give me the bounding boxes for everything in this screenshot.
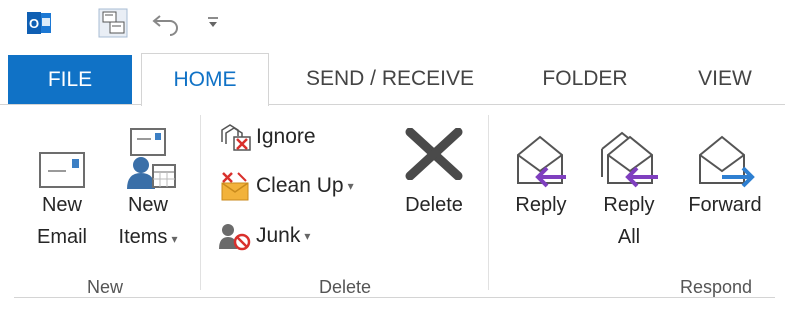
ribbon-home: New Email New Items ▾ New Ignore Clean U…	[0, 105, 785, 310]
undo-icon[interactable]	[152, 10, 182, 41]
tab-file[interactable]: FILE	[8, 55, 132, 105]
new-email-line2: Email	[36, 226, 87, 248]
new-email-icon	[22, 119, 102, 189]
clean-up-label: Clean Up	[256, 174, 344, 197]
group-separator	[488, 115, 489, 290]
group-separator	[200, 115, 201, 290]
reply-icon	[504, 119, 578, 189]
new-items-icon	[104, 119, 192, 189]
tab-folder[interactable]: FOLDER	[510, 53, 660, 105]
outlook-app-icon[interactable]: O	[26, 10, 52, 41]
junk-label: Junk	[256, 224, 301, 247]
group-label-delete: Delete	[318, 277, 372, 297]
ribbon-tabs: FILE HOME SEND / RECEIVE FOLDER VIEW	[0, 53, 785, 106]
forward-icon	[674, 119, 776, 189]
junk-dropdown-caret: ▾	[304, 229, 311, 243]
ignore-label: Ignore	[256, 125, 316, 148]
new-items-dropdown-caret: ▾	[171, 232, 178, 246]
svg-text:O: O	[29, 16, 39, 31]
new-email-line1: New	[41, 194, 82, 216]
forward-label: Forward	[688, 194, 762, 216]
group-label-respond: Respond	[679, 277, 753, 297]
clean-up-button[interactable]: Clean Up ▾	[218, 168, 354, 204]
tab-send-receive[interactable]: SEND / RECEIVE	[280, 53, 500, 105]
reply-all-line1: Reply	[603, 194, 655, 216]
clean-up-icon	[218, 171, 254, 201]
delete-label: Delete	[405, 194, 463, 216]
clean-up-dropdown-caret: ▾	[347, 179, 354, 193]
reply-label: Reply	[515, 194, 567, 216]
new-items-line1: New	[127, 194, 168, 216]
junk-icon	[218, 221, 254, 251]
tab-home[interactable]: HOME	[141, 53, 269, 106]
new-items-line2: Items	[118, 226, 168, 248]
reply-button[interactable]: Reply	[504, 119, 578, 221]
group-label-new: New	[86, 277, 123, 297]
reply-all-button[interactable]: Reply All	[586, 119, 672, 253]
quick-access-toolbar: O	[0, 0, 785, 52]
delete-x-icon	[394, 119, 474, 189]
junk-button[interactable]: Junk ▾	[218, 218, 310, 254]
new-email-button[interactable]: New Email	[22, 119, 102, 253]
ignore-icon	[218, 122, 254, 152]
ignore-button[interactable]: Ignore	[218, 119, 316, 155]
forward-button[interactable]: Forward	[674, 119, 776, 221]
ribbon-bottom-border	[14, 297, 775, 298]
new-items-button[interactable]: New Items ▾	[104, 119, 192, 255]
reply-all-icon	[586, 119, 672, 189]
delete-button[interactable]: Delete	[394, 119, 474, 221]
customize-qat-icon[interactable]	[206, 14, 220, 35]
tab-view[interactable]: VIEW	[670, 53, 780, 105]
reply-all-line2: All	[617, 226, 641, 248]
send-receive-all-folders-icon[interactable]	[98, 8, 128, 43]
